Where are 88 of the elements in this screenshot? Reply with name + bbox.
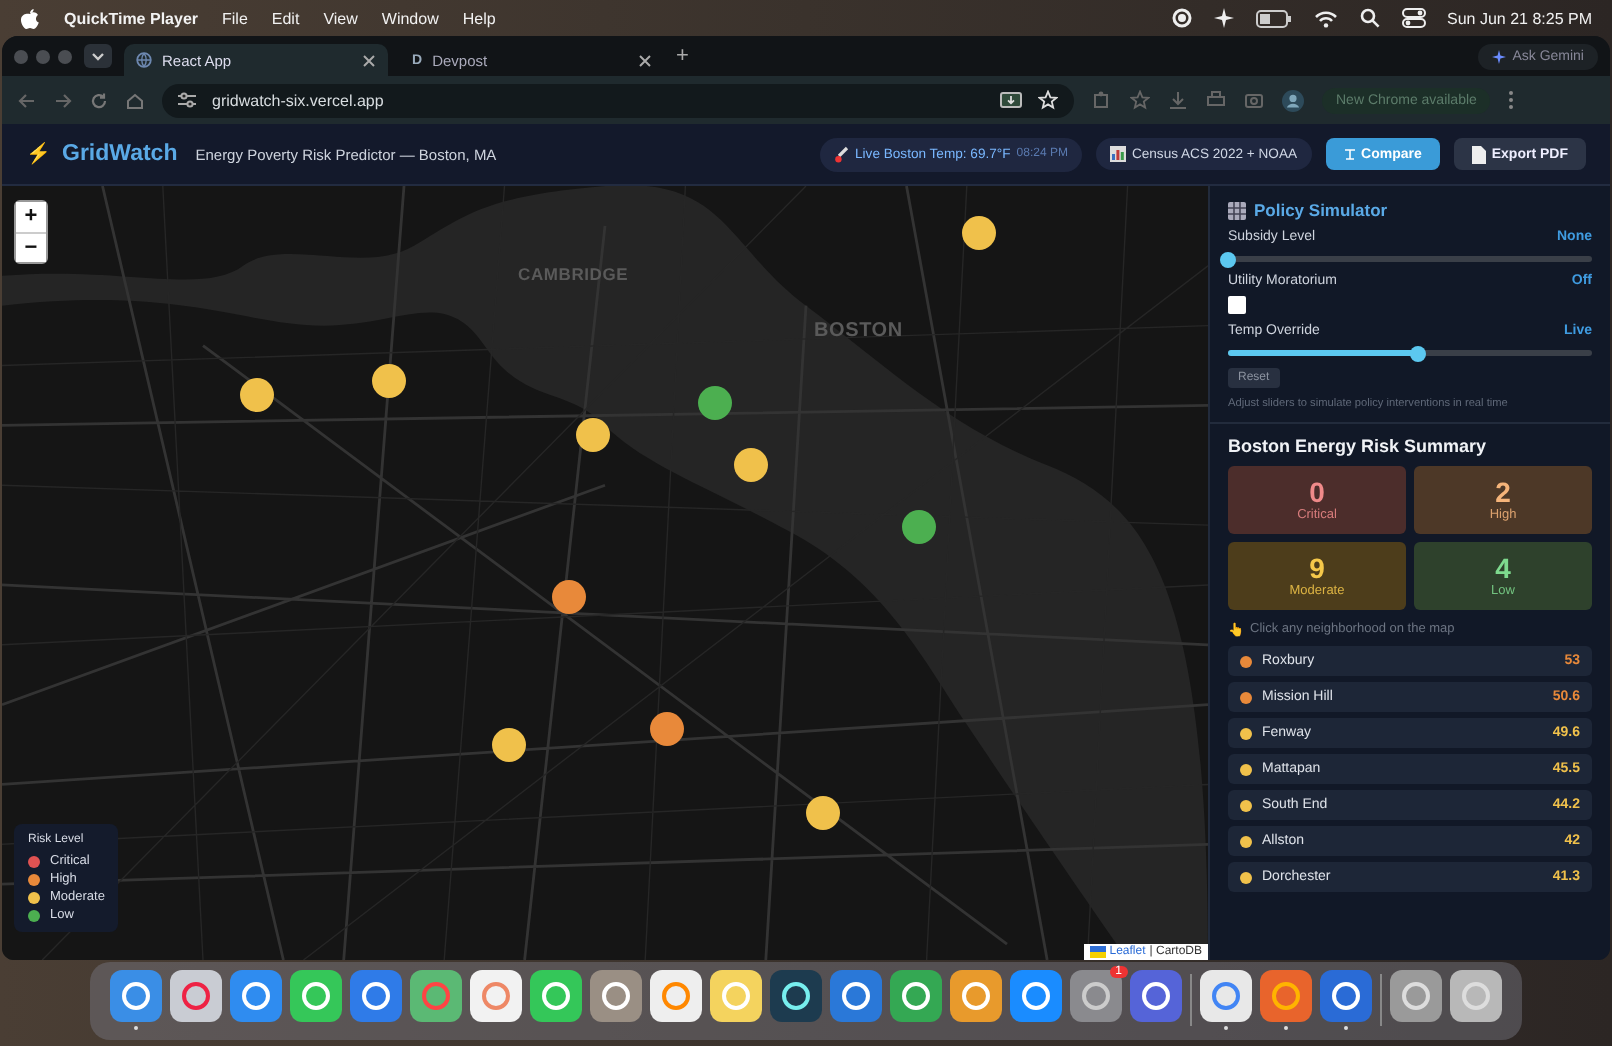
neighborhood-marker[interactable] xyxy=(552,580,587,615)
neighborhood-marker[interactable] xyxy=(239,378,274,413)
close-icon[interactable] xyxy=(638,53,652,67)
neighborhood-marker[interactable] xyxy=(962,216,997,251)
app-icon[interactable] xyxy=(170,970,222,1022)
neighborhood-marker[interactable] xyxy=(371,363,406,398)
risk-count: 0 xyxy=(1309,478,1325,506)
app-icon[interactable] xyxy=(470,970,522,1022)
address-bar[interactable]: gridwatch-six.vercel.app xyxy=(162,83,1074,117)
search-icon[interactable] xyxy=(1359,8,1379,28)
camera-icon[interactable] xyxy=(1244,90,1264,110)
app-icon[interactable] xyxy=(350,970,402,1022)
grid-icon xyxy=(1228,201,1246,219)
reload-icon[interactable] xyxy=(90,91,108,109)
app-icon[interactable] xyxy=(950,970,1002,1022)
install-app-icon[interactable] xyxy=(1000,91,1022,109)
more-icon[interactable] xyxy=(1508,90,1515,110)
tab-search-icon[interactable] xyxy=(84,44,112,68)
app-icon[interactable] xyxy=(1070,970,1122,1022)
menu-app-name[interactable]: QuickTime Player xyxy=(64,9,198,27)
app-icon[interactable] xyxy=(290,970,342,1022)
risk-count: 9 xyxy=(1309,554,1325,582)
printer-icon[interactable] xyxy=(1206,90,1226,110)
forward-icon[interactable] xyxy=(54,91,72,109)
app-icon[interactable] xyxy=(830,970,882,1022)
neighborhood-marker[interactable] xyxy=(649,711,684,746)
app-icon[interactable] xyxy=(110,970,162,1022)
map-place-label: BOSTON xyxy=(814,320,903,342)
zoom-out-button[interactable]: − xyxy=(16,232,46,262)
star-icon[interactable] xyxy=(1038,90,1058,110)
app-icon[interactable] xyxy=(1320,970,1372,1022)
bar-chart-icon xyxy=(1109,146,1126,162)
new-tab-button[interactable]: + xyxy=(676,44,689,68)
record-icon[interactable] xyxy=(1171,8,1191,28)
checkbox[interactable] xyxy=(1228,296,1246,314)
menu-item[interactable]: Edit xyxy=(271,9,300,27)
menu-item[interactable]: View xyxy=(323,9,358,27)
app-icon[interactable] xyxy=(1260,970,1312,1022)
slider-track[interactable] xyxy=(1228,350,1592,356)
risk-count: 4 xyxy=(1495,554,1511,582)
app-icon[interactable] xyxy=(1390,970,1442,1022)
running-indicator xyxy=(1284,1026,1288,1030)
app-icon[interactable] xyxy=(1450,970,1502,1022)
running-indicator xyxy=(1224,1026,1228,1030)
app-icon[interactable] xyxy=(1200,970,1252,1022)
site-settings-icon[interactable] xyxy=(178,92,196,108)
wifi-icon[interactable] xyxy=(1313,9,1337,27)
lightning-icon: ⚡ xyxy=(26,142,50,166)
app-logo: GridWatch xyxy=(62,142,178,166)
download-icon[interactable] xyxy=(1168,90,1188,110)
summary-title: Boston Energy Risk Summary xyxy=(1228,436,1489,456)
profile-avatar-icon[interactable] xyxy=(1282,89,1304,111)
app-icon[interactable] xyxy=(590,970,642,1022)
app-icon[interactable] xyxy=(890,970,942,1022)
menu-item[interactable]: File xyxy=(222,9,248,27)
neighborhood-marker[interactable] xyxy=(492,727,527,762)
app-icon[interactable] xyxy=(770,970,822,1022)
flag-icon xyxy=(1089,946,1106,958)
sparkle-icon xyxy=(1492,49,1507,63)
risk-count: 2 xyxy=(1495,478,1511,506)
app-icon[interactable] xyxy=(1130,970,1182,1022)
app-icon[interactable] xyxy=(650,970,702,1022)
back-icon[interactable] xyxy=(18,91,36,109)
app-icon[interactable] xyxy=(230,970,282,1022)
neighborhood-marker[interactable] xyxy=(806,796,841,831)
slider-thumb[interactable] xyxy=(1409,345,1426,361)
apple-icon[interactable] xyxy=(20,7,40,29)
running-indicator xyxy=(1344,1026,1348,1030)
document-icon xyxy=(1471,145,1486,163)
app-icon[interactable] xyxy=(710,970,762,1022)
app-icon[interactable] xyxy=(1010,970,1062,1022)
sparkle-icon[interactable] xyxy=(1213,8,1233,28)
thermometer-icon xyxy=(833,145,849,163)
battery-icon[interactable] xyxy=(1255,9,1291,27)
bookmark-star-icon[interactable] xyxy=(1130,90,1150,110)
neighborhood-marker[interactable] xyxy=(576,417,611,452)
section-title: Policy Simulator xyxy=(1254,200,1388,220)
menu-item[interactable]: Help xyxy=(462,9,496,27)
clock[interactable]: Sun Jun 21 8:25 PM xyxy=(1447,9,1592,27)
extensions-icon[interactable] xyxy=(1092,90,1112,110)
app-icon[interactable] xyxy=(530,970,582,1022)
menu-item[interactable]: Window xyxy=(381,9,439,27)
close-icon[interactable] xyxy=(362,53,376,67)
toggles-icon[interactable] xyxy=(1401,8,1425,28)
globe-icon xyxy=(136,52,152,68)
home-icon[interactable] xyxy=(126,91,144,109)
running-indicator xyxy=(134,1026,138,1030)
slider-thumb[interactable] xyxy=(1220,251,1236,267)
